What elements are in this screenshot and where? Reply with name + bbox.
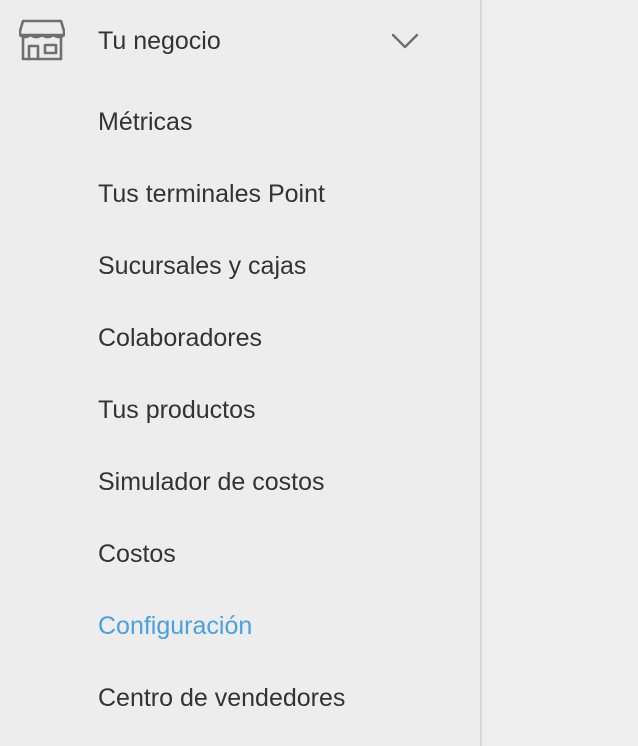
sidebar-nav: Tu negocio Métricas Tus terminales Point… xyxy=(0,0,480,746)
menu-item-colaboradores[interactable]: Colaboradores xyxy=(98,321,262,355)
chevron-down-icon[interactable] xyxy=(391,32,419,50)
section-title: Tu negocio xyxy=(98,27,221,55)
menu-item-simulador-de-costos[interactable]: Simulador de costos xyxy=(98,465,325,499)
content-panel xyxy=(482,0,638,746)
menu-item-centro-de-vendedores[interactable]: Centro de vendedores xyxy=(98,681,345,715)
menu-item-configuracion[interactable]: Configuración xyxy=(98,609,252,643)
menu-item-tus-productos[interactable]: Tus productos xyxy=(98,393,255,427)
menu-item-sucursales-y-cajas[interactable]: Sucursales y cajas xyxy=(98,249,306,283)
menu-item-costos[interactable]: Costos xyxy=(98,537,176,571)
menu-item-tus-terminales-point[interactable]: Tus terminales Point xyxy=(98,177,325,211)
menu-item-metricas[interactable]: Métricas xyxy=(98,105,192,139)
store-icon xyxy=(19,19,65,61)
section-header-tu-negocio[interactable]: Tu negocio xyxy=(0,0,480,82)
